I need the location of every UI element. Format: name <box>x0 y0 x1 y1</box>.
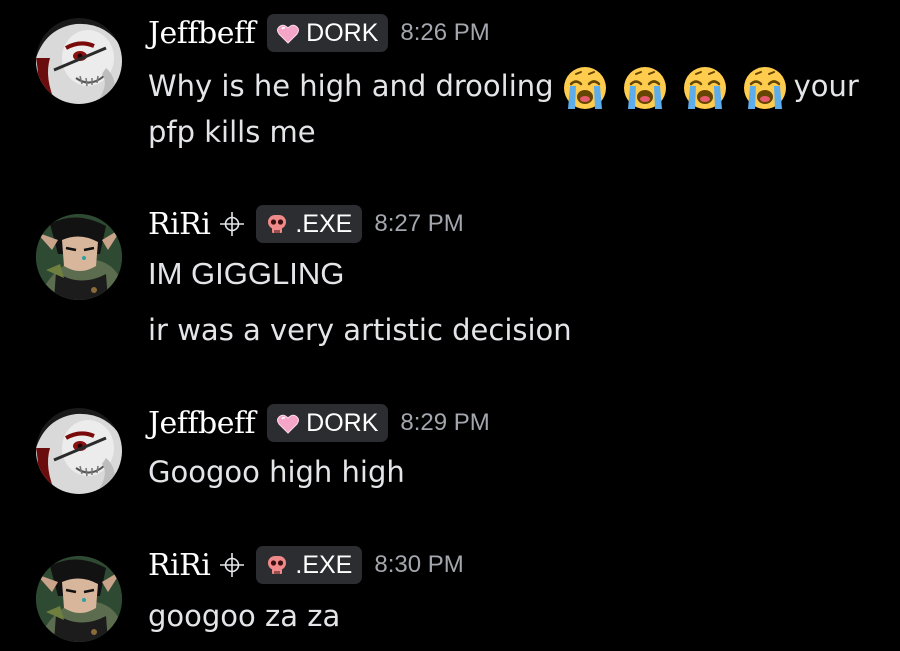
username[interactable]: Jeffbeff <box>148 16 256 51</box>
avatar[interactable] <box>36 214 122 300</box>
pink-heart-icon <box>276 24 300 44</box>
tag-label: DORK <box>306 408 379 437</box>
user-tag[interactable]: DORK <box>267 14 389 52</box>
tag-label: DORK <box>306 18 379 47</box>
username[interactable]: Jeffbeff <box>148 406 256 441</box>
message-text-part: Why is he high and drooling <box>148 69 554 103</box>
user-tag[interactable]: DORK <box>267 404 389 442</box>
user-tag[interactable]: .EXE <box>256 205 363 243</box>
loudly-crying-face-icon <box>562 65 607 111</box>
message-text-part: your <box>793 69 859 103</box>
message-text: Googoo high high <box>148 455 405 489</box>
user-tag[interactable]: .EXE <box>256 546 363 584</box>
loudly-crying-face-icon <box>682 65 727 111</box>
timestamp: 8:29 PM <box>400 409 490 436</box>
pink-heart-icon <box>276 414 300 434</box>
username[interactable]: RiRi <box>148 548 211 583</box>
message-header: RiRi .EXE 8:30 PM <box>148 546 464 584</box>
loudly-crying-face-icon <box>742 65 787 111</box>
timestamp: 8:26 PM <box>400 19 490 46</box>
crosshair-icon <box>220 553 245 577</box>
loudly-crying-face-icon <box>622 65 667 111</box>
timestamp: 8:30 PM <box>374 551 464 578</box>
avatar[interactable] <box>36 18 122 104</box>
skull-icon <box>267 555 287 575</box>
tag-label: .EXE <box>295 209 353 238</box>
tag-label: .EXE <box>295 550 353 579</box>
crosshair-icon <box>220 212 245 236</box>
emoji-group <box>554 65 794 111</box>
message-header: Jeffbeff DORK 8:26 PM <box>148 14 490 52</box>
username[interactable]: RiRi <box>148 207 211 242</box>
message-text: ir was a very artistic decision <box>148 313 572 347</box>
timestamp: 8:27 PM <box>374 210 464 237</box>
avatar[interactable] <box>36 556 122 642</box>
skull-icon <box>267 214 287 234</box>
message-text: pfp kills me <box>148 115 316 149</box>
message-header: Jeffbeff DORK 8:29 PM <box>148 404 490 442</box>
message-text: IM GIGGLING <box>148 256 345 291</box>
message-text: googoo za za <box>148 599 341 633</box>
message-text: Why is he high and drooling your <box>148 65 859 111</box>
message-header: RiRi .EXE 8:27 PM <box>148 205 464 243</box>
chat-message-list: Jeffbeff DORK 8:26 PM Why is he high and… <box>0 0 900 651</box>
avatar[interactable] <box>36 408 122 494</box>
